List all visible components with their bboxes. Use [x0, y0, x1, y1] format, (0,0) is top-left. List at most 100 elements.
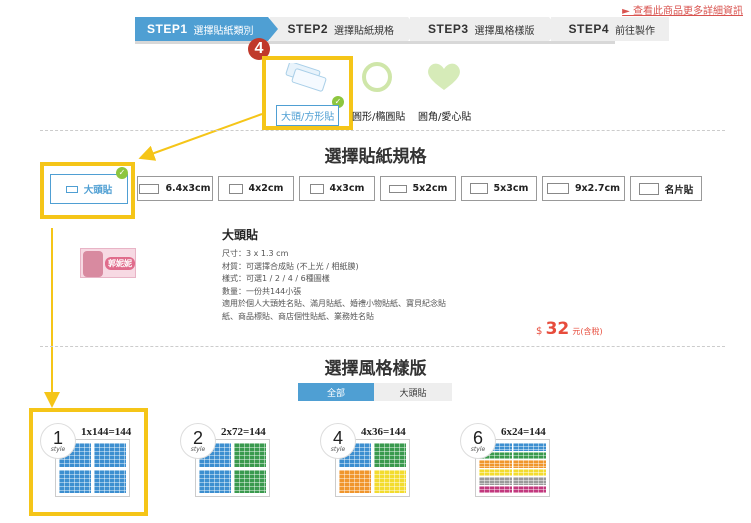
- step-2-label: 選擇貼紙規格: [334, 25, 395, 37]
- tab-all[interactable]: 全部: [298, 383, 374, 401]
- style-caption: 1x144=144: [81, 426, 132, 438]
- sheet-cell: [479, 468, 512, 476]
- tab-headshot[interactable]: 大頭貼: [374, 383, 452, 401]
- style-word: style: [190, 445, 206, 453]
- sheet-cell: [374, 443, 406, 467]
- price-symbol: $: [536, 326, 543, 337]
- style-caption: 2x72=144: [221, 426, 266, 438]
- thumb-name: 郭妮妮: [105, 257, 135, 270]
- more-details-link[interactable]: ► 查看此商品更多詳細資訊: [622, 2, 743, 17]
- product-description: 尺寸：3 x 1.3 cm 材質：可選擇合成貼 (不上光 / 相紙膜) 樣式：可…: [222, 248, 482, 323]
- desc-quantity: 數量：一份共144小張: [222, 286, 302, 296]
- sheet-cell: [234, 443, 266, 467]
- step-3-label: 選擇風格樣版: [474, 25, 535, 37]
- style-caption: 6x24=144: [501, 426, 546, 438]
- style-number: 2: [192, 427, 203, 448]
- shape-label-heart: 圓角/愛心貼: [418, 112, 472, 123]
- desc-style: 樣式：可選1 / 2 / 4 / 6種圖樣: [222, 274, 330, 283]
- step-4-number: STEP4: [568, 22, 610, 36]
- style-section-title: 選擇風格樣版: [324, 359, 427, 379]
- sheet-cell: [374, 469, 406, 493]
- step-1[interactable]: STEP1 選擇貼紙類別: [135, 17, 277, 41]
- size-shape-icon: [309, 183, 324, 194]
- sheet-cell: [513, 468, 546, 476]
- desc-usage-1: 適用於個人大頭姓名貼、滿月貼紙、婚禮小物貼紙、寶貝紀念貼: [222, 299, 446, 308]
- size-shape-icon: [638, 182, 659, 195]
- style-template-6[interactable]: 6 style 6x24=144: [460, 423, 558, 497]
- style-template-4[interactable]: 4 style 4x36=144: [320, 423, 418, 497]
- price-value: 32: [545, 319, 570, 339]
- size-option-5[interactable]: 5x2cm: [380, 176, 456, 201]
- step-2-number: STEP2: [287, 22, 329, 36]
- circle-shape-icon: [362, 62, 392, 92]
- size-label: 6.4x3cm: [165, 183, 211, 194]
- heart-shape-icon: [428, 63, 460, 90]
- step-3[interactable]: STEP3 選擇風格樣版: [410, 17, 559, 41]
- sticker-cards-icon: [285, 63, 327, 92]
- step-1-number: STEP1: [147, 22, 188, 36]
- size-label: 名片貼: [664, 184, 694, 196]
- sheet-cell: [479, 485, 512, 493]
- style-number-badge: 2 style: [180, 423, 216, 459]
- baby-photo: [83, 251, 103, 277]
- sheet-cell: [479, 460, 512, 468]
- size-shape-icon: [228, 183, 243, 194]
- step-2[interactable]: STEP2 選擇貼紙規格: [269, 17, 418, 41]
- size-label: 大頭貼: [83, 185, 113, 196]
- sheet-cell: [339, 469, 371, 493]
- shape-option-circle[interactable]: 圓形/橢圓貼: [352, 60, 412, 124]
- style-word: style: [330, 445, 346, 453]
- product-title: 大頭貼: [222, 228, 259, 242]
- style-template-2[interactable]: 2 style 2x72=144: [180, 423, 278, 497]
- size-option-1[interactable]: 大頭貼: [50, 174, 128, 204]
- shape-option-heart[interactable]: 圓角/愛心貼: [416, 60, 476, 124]
- size-label: 5x2cm: [412, 183, 448, 194]
- style-number: 1: [52, 427, 63, 448]
- style-template-1[interactable]: 1 style 1x144=144: [40, 423, 138, 497]
- size-option-6[interactable]: 5x3cm: [461, 176, 537, 201]
- price: $ 32 元(含稅): [536, 319, 603, 339]
- step-4[interactable]: STEP4 前往製作: [550, 17, 670, 41]
- sheet-cell: [94, 469, 126, 493]
- size-label: 5x3cm: [493, 183, 529, 194]
- style-word: style: [470, 445, 486, 453]
- size-shape-icon: [388, 184, 407, 193]
- sheet-cell: [513, 477, 546, 485]
- style-number: 4: [332, 427, 343, 448]
- style-caption: 4x36=144: [361, 426, 406, 438]
- size-shape-icon: [546, 183, 569, 194]
- desc-size: 尺寸：3 x 1.3 cm: [222, 249, 289, 258]
- size-option-3[interactable]: 4x2cm: [218, 176, 294, 201]
- step-1-label: 選擇貼紙類別: [193, 25, 254, 37]
- size-option-4[interactable]: 4x3cm: [299, 176, 375, 201]
- selected-check-icon: ✓: [116, 167, 128, 179]
- sheet-cell: [479, 477, 512, 485]
- desc-usage-2: 紙、商品標貼、商店個性貼紙、業務姓名貼: [222, 311, 374, 321]
- size-shape-icon: [469, 183, 488, 194]
- sheet-cell: [234, 469, 266, 493]
- size-label: 9x2.7cm: [574, 183, 621, 194]
- style-number-badge: 1 style: [40, 423, 76, 459]
- shape-option-square[interactable]: ✓ 大頭/方形貼: [270, 60, 348, 126]
- shape-label-square: 大頭/方形貼: [276, 105, 340, 126]
- price-tax: 元(含稅): [572, 327, 603, 336]
- sheet-cell: [513, 451, 546, 459]
- style-number-badge: 4 style: [320, 423, 356, 459]
- desc-material: 材質：可選擇合成貼 (不上光 / 相紙膜): [222, 261, 359, 271]
- size-option-2[interactable]: 6.4x3cm: [137, 176, 213, 201]
- style-filter-tabs: 全部 大頭貼: [298, 383, 452, 401]
- style-number-badge: 6 style: [460, 423, 496, 459]
- steps-underline: [135, 41, 615, 44]
- sheet-cell: [513, 485, 546, 493]
- shape-label-circle: 圓形/橢圓貼: [352, 112, 406, 123]
- size-label: 4x3cm: [329, 183, 365, 194]
- size-label: 4x2cm: [248, 183, 284, 194]
- size-option-7[interactable]: 9x2.7cm: [542, 176, 625, 201]
- product-thumbnail: 郭妮妮: [80, 248, 136, 278]
- style-number: 6: [472, 427, 483, 448]
- step-4-label: 前往製作: [615, 25, 656, 37]
- size-option-8[interactable]: 名片貼: [630, 176, 702, 201]
- sheet-cell: [94, 443, 126, 467]
- size-shape-icon: [65, 185, 78, 193]
- sheet-cell: [199, 469, 231, 493]
